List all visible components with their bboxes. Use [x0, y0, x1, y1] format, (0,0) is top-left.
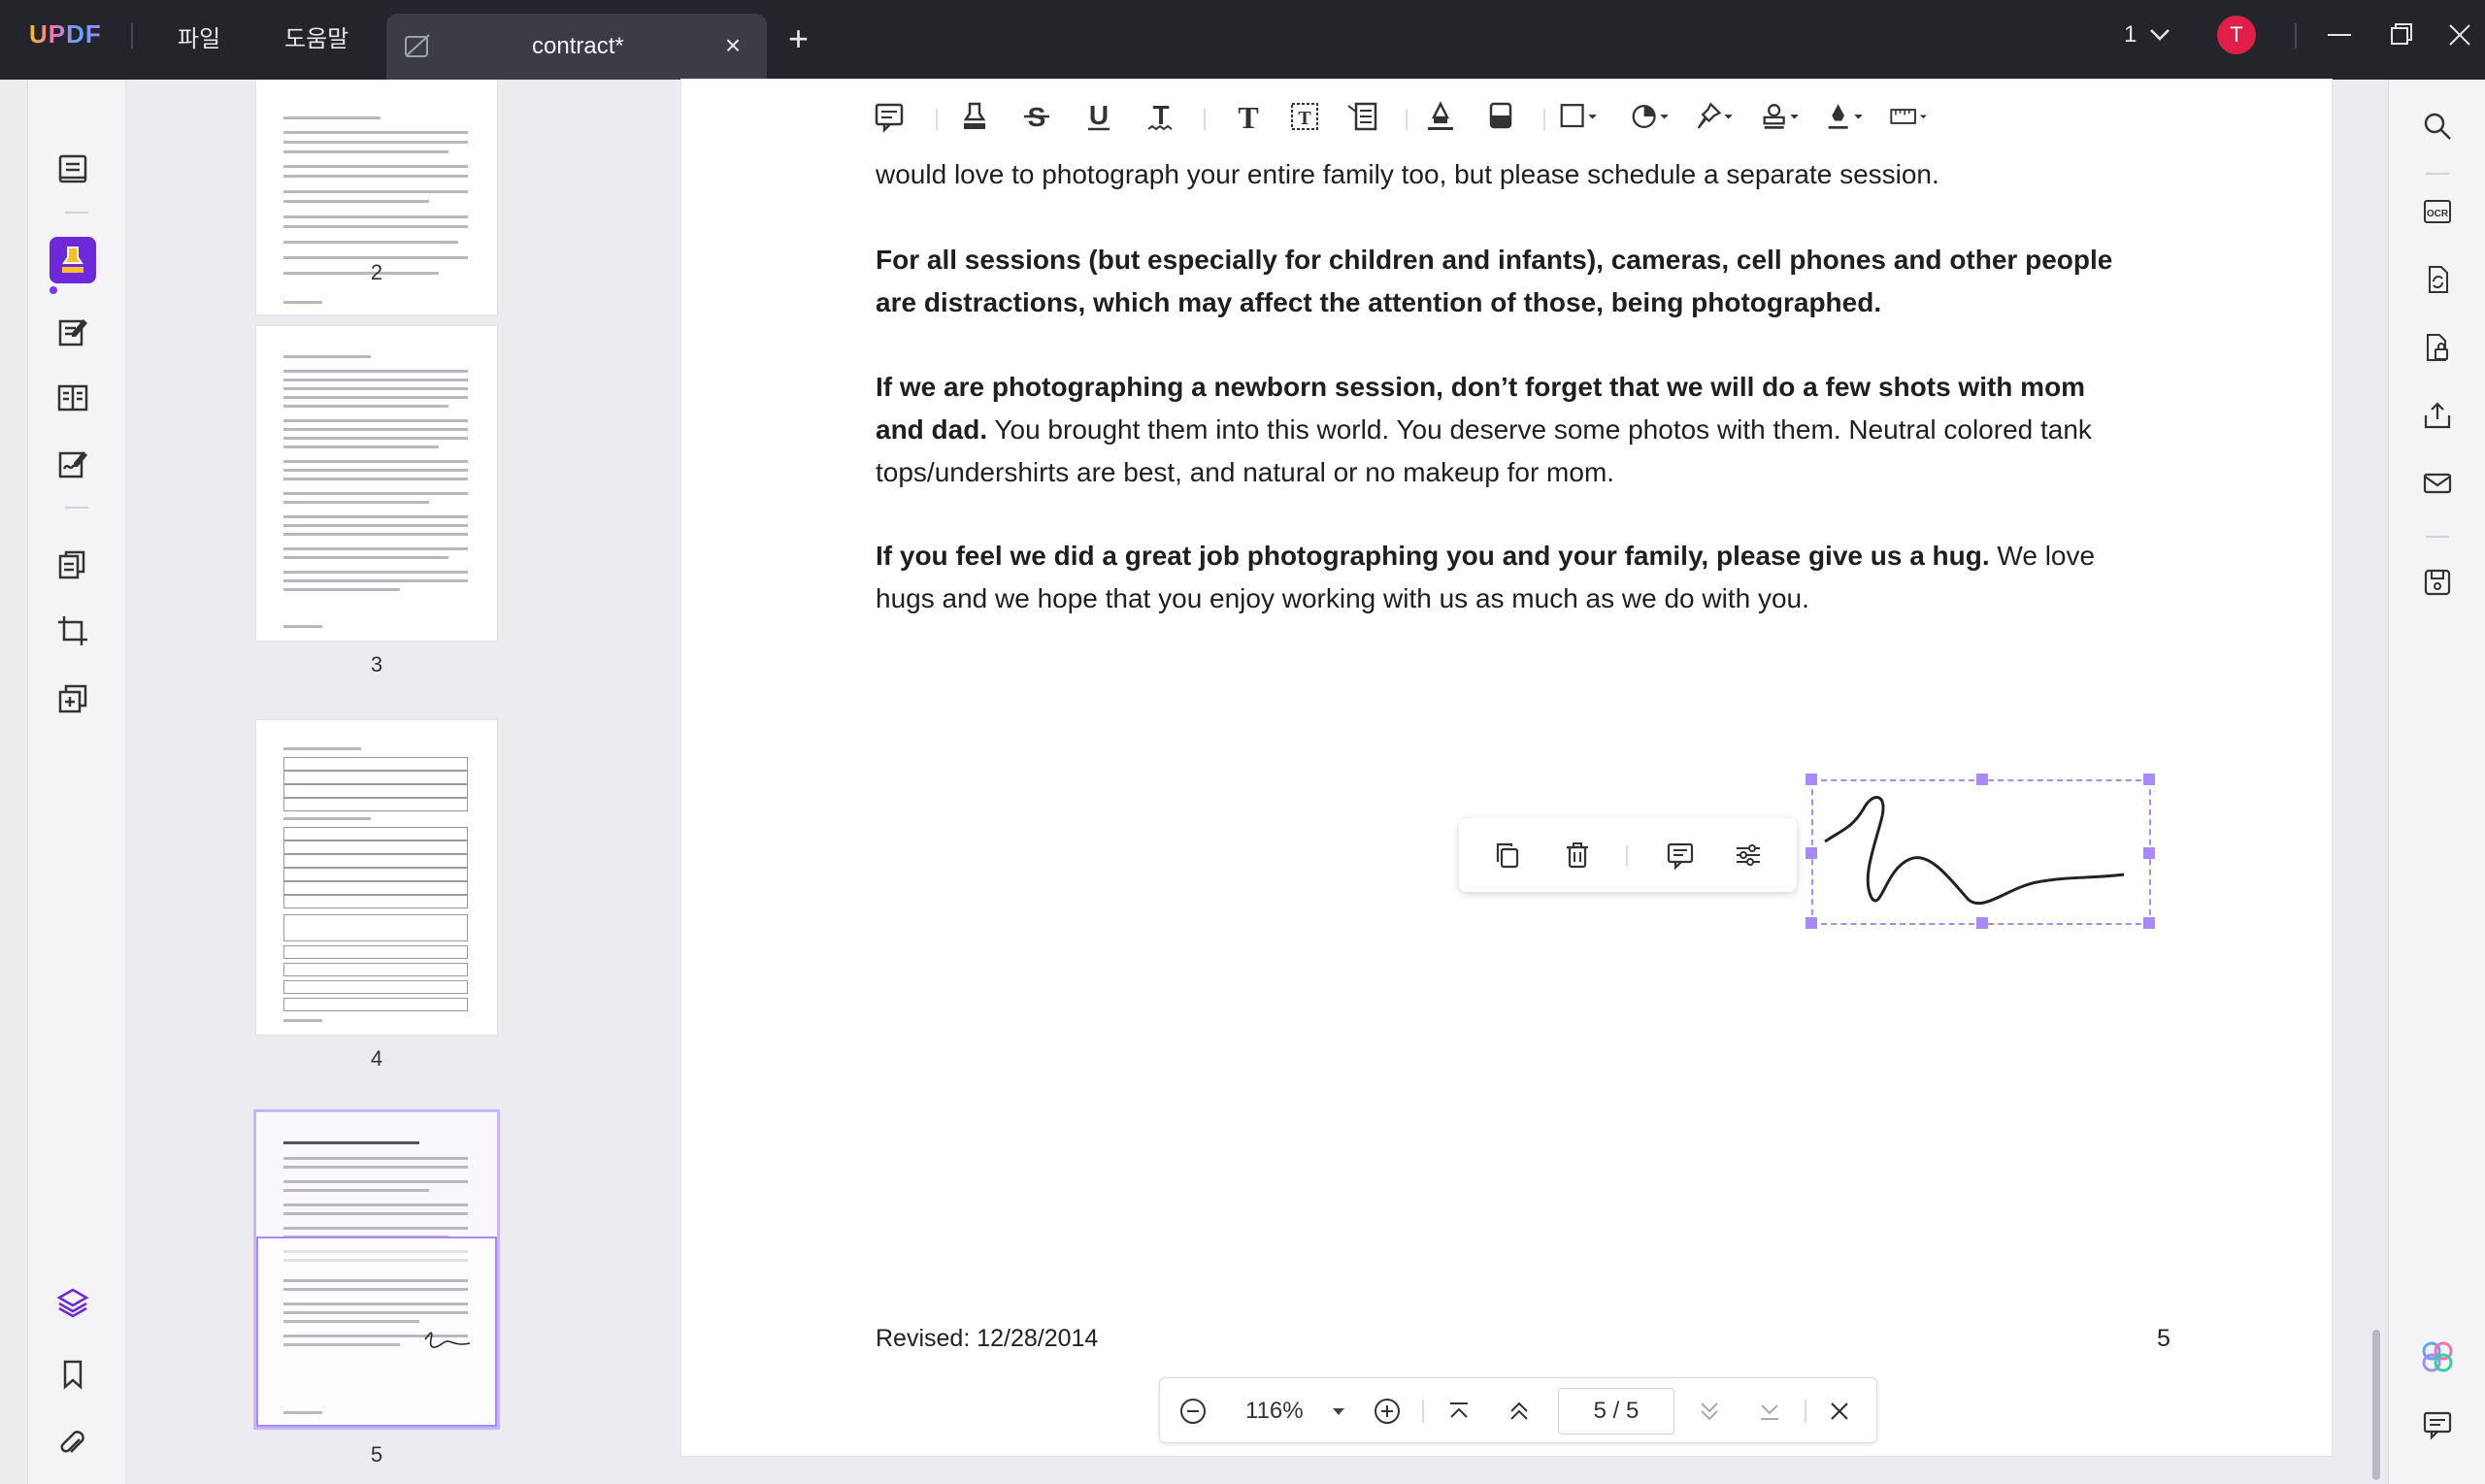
textbox-icon[interactable]: T — [1285, 97, 1324, 136]
callout-icon[interactable] — [1343, 97, 1382, 136]
thumbnail-panel: 2 3 4 5 — [126, 80, 650, 1484]
page-thumbnail-3[interactable] — [256, 326, 497, 641]
strikethrough-icon[interactable]: S — [1017, 97, 1056, 136]
shape-icon[interactable] — [1559, 97, 1598, 136]
paragraph: If you feel we did a great job photograp… — [876, 541, 2096, 613]
window-count[interactable]: 1 — [2124, 21, 2137, 49]
save-icon[interactable] — [2416, 561, 2459, 604]
sticky-note-icon[interactable] — [870, 97, 909, 136]
layers-icon[interactable] — [50, 1279, 96, 1326]
zoom-in-icon[interactable] — [1368, 1392, 1407, 1431]
form-icon[interactable] — [50, 375, 96, 421]
comment-list-icon[interactable] — [2416, 1403, 2459, 1446]
chevron-down-icon[interactable] — [2147, 21, 2172, 47]
paragraph: If we are photographing a newborn sessio… — [876, 372, 2092, 487]
comment-highlighter-icon[interactable] — [50, 237, 96, 283]
convert-icon[interactable] — [2416, 258, 2459, 301]
svg-text:U: U — [1089, 100, 1109, 130]
thumbnail-label: 3 — [370, 652, 383, 676]
email-icon[interactable] — [2416, 462, 2459, 505]
paragraph: would love to photograph your entire fam… — [876, 159, 1939, 189]
zoom-out-icon[interactable] — [1174, 1392, 1212, 1431]
page-navigation-bar: 116% 5 / 5 — [1159, 1377, 1877, 1443]
divider — [65, 507, 88, 509]
eraser-icon[interactable] — [1481, 97, 1520, 136]
avatar[interactable]: T — [2217, 16, 2256, 54]
page-number-input[interactable]: 5 / 5 — [1558, 1388, 1674, 1435]
left-toolbar — [27, 80, 126, 1484]
svg-text:OCR: OCR — [2427, 209, 2449, 219]
measure-icon[interactable] — [1889, 97, 1928, 136]
search-icon[interactable] — [2416, 105, 2459, 148]
highlight-icon[interactable] — [955, 97, 994, 136]
new-tab-icon[interactable]: + — [788, 19, 809, 58]
next-page-icon[interactable] — [1690, 1392, 1729, 1431]
annotation-context-menu — [1459, 818, 1797, 892]
close-tab-icon[interactable]: × — [718, 31, 747, 60]
divider — [65, 212, 88, 214]
menu-file[interactable]: 파일 — [178, 19, 220, 53]
active-indicator — [50, 286, 57, 294]
thumbnail-label: 4 — [370, 1046, 383, 1071]
pencil-icon[interactable] — [1421, 97, 1460, 136]
underline-icon[interactable]: U — [1079, 97, 1118, 136]
page-footer-revised: Revised: 12/28/2014 — [876, 1325, 1099, 1352]
signature-annotation[interactable] — [1806, 774, 2155, 929]
share-icon[interactable] — [2416, 394, 2459, 437]
text-icon[interactable]: T — [1229, 97, 1268, 136]
divider — [131, 23, 133, 49]
last-page-icon[interactable] — [1750, 1392, 1789, 1431]
ocr-icon[interactable]: OCR — [2416, 190, 2459, 233]
page-thumbnail-4[interactable] — [256, 720, 497, 1035]
paragraph: For all sessions (but especially for chi… — [876, 245, 2113, 317]
properties-icon[interactable] — [1729, 836, 1768, 874]
right-toolbar: OCR — [2388, 80, 2485, 1484]
sticker-icon[interactable] — [1631, 97, 1670, 136]
bookmark-icon[interactable] — [50, 1351, 96, 1398]
copy-icon[interactable] — [1488, 836, 1527, 874]
restore-icon[interactable] — [2384, 19, 2419, 50]
zoom-dropdown-icon[interactable] — [1319, 1392, 1358, 1431]
delete-icon[interactable] — [1558, 836, 1597, 874]
divider — [2295, 23, 2297, 49]
attachment-icon[interactable] — [50, 1421, 96, 1468]
tab-title: contract* — [532, 33, 624, 59]
close-navbar-icon[interactable] — [1820, 1392, 1859, 1431]
signature-thumbnail-icon — [424, 1332, 471, 1348]
document-tab[interactable]: contract* × — [386, 14, 767, 80]
stamp-icon[interactable] — [1761, 97, 1800, 136]
page-tools-icon[interactable] — [50, 676, 96, 722]
annotation-toolbar: S U T T T — [854, 80, 2174, 149]
svg-text:T: T — [1238, 100, 1258, 133]
reader-icon[interactable] — [50, 146, 96, 192]
svg-text:T: T — [1298, 108, 1311, 129]
thumbnail-label: 2 — [370, 260, 383, 284]
handwritten-signature — [1824, 796, 2125, 906]
vertical-scrollbar[interactable] — [2372, 1330, 2380, 1480]
organize-pages-icon[interactable] — [50, 542, 96, 588]
signature-icon[interactable] — [1825, 97, 1864, 136]
menu-help[interactable]: 도움말 — [284, 19, 348, 53]
edit-pdf-icon[interactable] — [50, 309, 96, 355]
ai-assistant-icon[interactable] — [2416, 1336, 2459, 1378]
pin-icon[interactable] — [1695, 97, 1734, 136]
sign-icon[interactable] — [50, 441, 96, 487]
comment-icon[interactable] — [1661, 836, 1700, 874]
crop-icon[interactable] — [50, 608, 96, 654]
protect-icon[interactable] — [2416, 326, 2459, 369]
app-logo: UPDF — [29, 19, 102, 49]
unsaved-file-icon — [405, 34, 430, 57]
previous-page-icon[interactable] — [1500, 1392, 1539, 1431]
svg-text:T: T — [1152, 100, 1169, 130]
zoom-level[interactable]: 116% — [1245, 1398, 1304, 1425]
page-thumbnail-5[interactable] — [256, 1112, 497, 1427]
squiggly-icon[interactable]: T — [1142, 97, 1180, 136]
pdf-page: would love to photograph your entire fam… — [681, 80, 2332, 1456]
minimize-icon[interactable] — [2322, 19, 2357, 50]
first-page-icon[interactable] — [1440, 1392, 1478, 1431]
title-bar: UPDF 파일 도움말 contract* × + 1 T — [0, 0, 2485, 80]
thumbnail-label: 5 — [370, 1442, 383, 1467]
page-footer-number: 5 — [2157, 1325, 2170, 1352]
close-window-icon[interactable] — [2442, 19, 2477, 50]
